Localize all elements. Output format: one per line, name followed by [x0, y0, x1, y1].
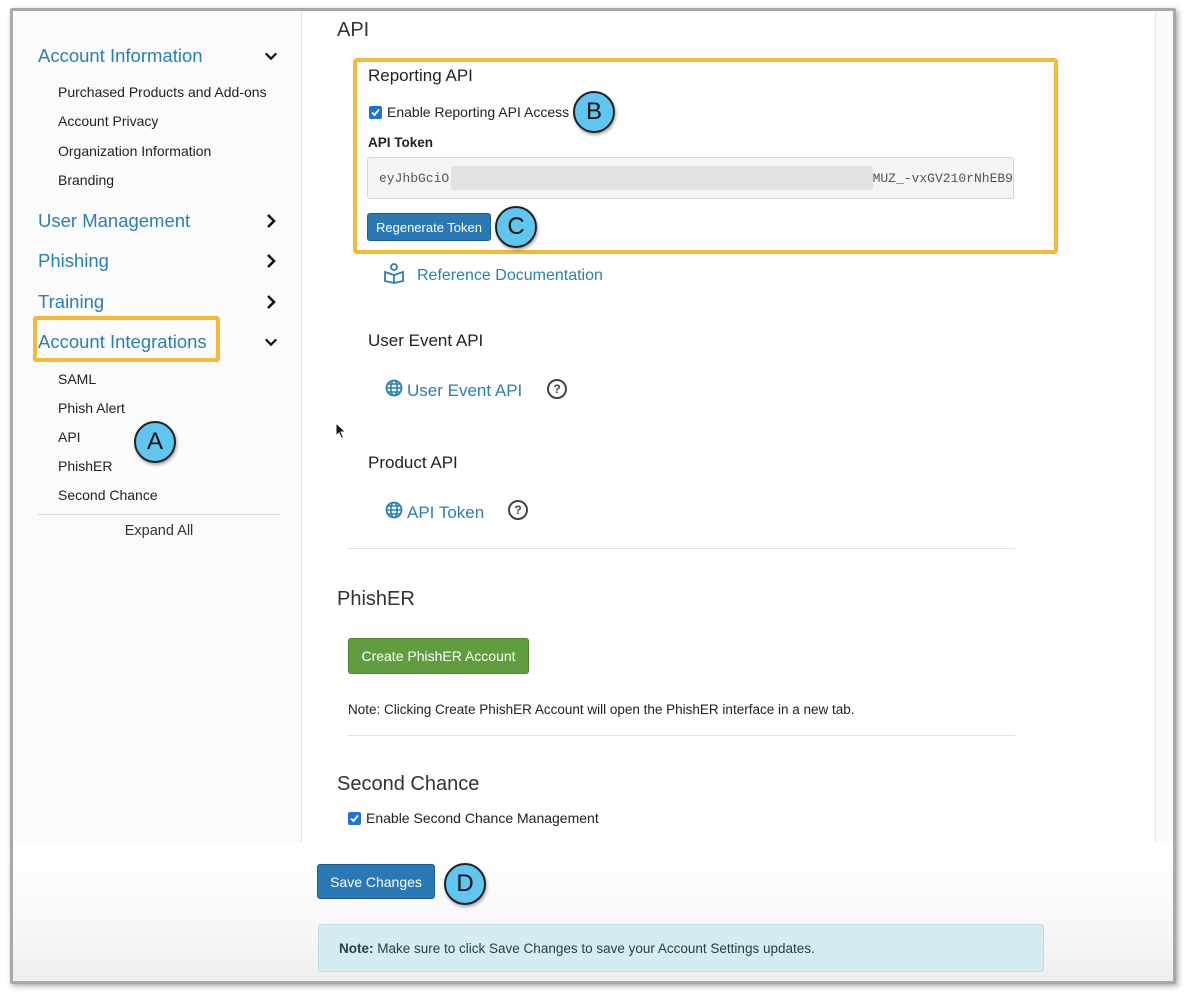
globe-icon	[385, 379, 403, 402]
sidebar-section-label: Training	[38, 291, 105, 312]
product-api-token-link[interactable]: API Token	[385, 501, 484, 524]
callout-d: D	[444, 863, 486, 905]
create-phisher-account-button[interactable]: Create PhishER Account	[348, 638, 529, 674]
section-divider	[347, 735, 1015, 736]
api-token-label: API Token	[368, 135, 434, 150]
book-reader-icon	[383, 262, 405, 289]
regenerate-token-button[interactable]: Regenerate Token	[367, 213, 491, 241]
enable-reporting-api-label: Enable Reporting API Access	[387, 104, 570, 120]
enable-reporting-api-checkbox[interactable]	[369, 105, 382, 119]
chevron-right-icon	[264, 214, 278, 228]
expand-all-link[interactable]: Expand All	[38, 523, 280, 539]
chevron-right-icon	[264, 254, 278, 268]
sidebar-divider	[38, 514, 280, 515]
save-changes-button[interactable]: Save Changes	[317, 864, 435, 899]
sidebar-item-purchased-products[interactable]: Purchased Products and Add-ons	[58, 84, 267, 100]
sidebar-section-account-integrations[interactable]: Account Integrations	[38, 327, 278, 357]
enable-second-chance-label: Enable Second Chance Management	[366, 810, 599, 826]
section-heading-phisher: PhishER	[337, 588, 415, 610]
chevron-down-icon	[264, 335, 278, 349]
sidebar-item-account-privacy[interactable]: Account Privacy	[58, 113, 158, 129]
section-divider	[347, 548, 1015, 549]
enable-second-chance-row[interactable]: Enable Second Chance Management	[348, 810, 599, 826]
sidebar-item-organization-information[interactable]: Organization Information	[58, 143, 211, 159]
sidebar-section-label: User Management	[38, 210, 191, 231]
note-strong: Note:	[339, 940, 374, 956]
product-api-title: Product API	[368, 453, 458, 472]
sidebar-section-label: Phishing	[38, 250, 109, 271]
api-token-prefix: eyJhbGciO	[379, 170, 450, 186]
phisher-note: Note: Clicking Create PhishER Account wi…	[348, 702, 855, 717]
right-gutter	[1155, 11, 1173, 981]
sidebar-item-phisher[interactable]: PhishER	[58, 458, 112, 474]
chevron-down-icon	[264, 49, 278, 63]
api-token-field[interactable]: eyJhbGciO MUZ_-vxGV210rNhEB9	[367, 157, 1014, 199]
help-icon[interactable]: ?	[508, 500, 528, 520]
user-event-api-label: User Event API	[407, 380, 523, 400]
chevron-right-icon	[264, 295, 278, 309]
api-token-suffix: MUZ_-vxGV210rNhEB9	[872, 170, 1013, 186]
mouse-cursor-icon	[335, 421, 347, 445]
sidebar-item-second-chance[interactable]: Second Chance	[58, 487, 158, 503]
user-event-api-title: User Event API	[368, 331, 484, 350]
reference-documentation-link[interactable]: Reference Documentation	[383, 262, 603, 289]
sidebar-item-saml[interactable]: SAML	[58, 371, 96, 387]
globe-icon	[385, 501, 403, 524]
reporting-api-title: Reporting API	[368, 66, 473, 85]
redacted-token-mask	[451, 166, 873, 190]
sidebar-section-user-management[interactable]: User Management	[38, 206, 278, 236]
product-api-token-label: API Token	[407, 502, 485, 522]
reference-documentation-label: Reference Documentation	[417, 266, 603, 284]
save-changes-note: Note: Make sure to click Save Changes to…	[318, 924, 1044, 972]
section-heading-second-chance: Second Chance	[337, 773, 480, 795]
main-content: API Reporting API Enable Reporting API A…	[303, 11, 1173, 981]
sidebar-item-phish-alert[interactable]: Phish Alert	[58, 400, 125, 416]
help-icon[interactable]: ?	[547, 379, 567, 399]
note-text: Make sure to click Save Changes to save …	[373, 940, 815, 956]
callout-c: C	[495, 206, 537, 248]
callout-b: B	[573, 91, 615, 133]
sidebar-section-account-information[interactable]: Account Information	[38, 41, 278, 71]
enable-second-chance-checkbox[interactable]	[348, 811, 361, 825]
sidebar-item-api[interactable]: API	[58, 429, 81, 445]
section-heading-api: API	[337, 19, 370, 41]
app-window: Account Information Purchased Products a…	[10, 8, 1176, 984]
enable-reporting-api-row[interactable]: Enable Reporting API Access	[369, 104, 569, 120]
sidebar-item-branding[interactable]: Branding	[58, 172, 114, 188]
sidebar-section-training[interactable]: Training	[38, 287, 278, 317]
sidebar-section-label: Account Integrations	[38, 331, 207, 352]
sidebar-section-label: Account Information	[38, 45, 203, 66]
sidebar-section-phishing[interactable]: Phishing	[38, 246, 278, 276]
callout-a: A	[134, 421, 176, 463]
user-event-api-link[interactable]: User Event API	[385, 379, 522, 402]
sidebar: Account Information Purchased Products a…	[13, 11, 302, 981]
